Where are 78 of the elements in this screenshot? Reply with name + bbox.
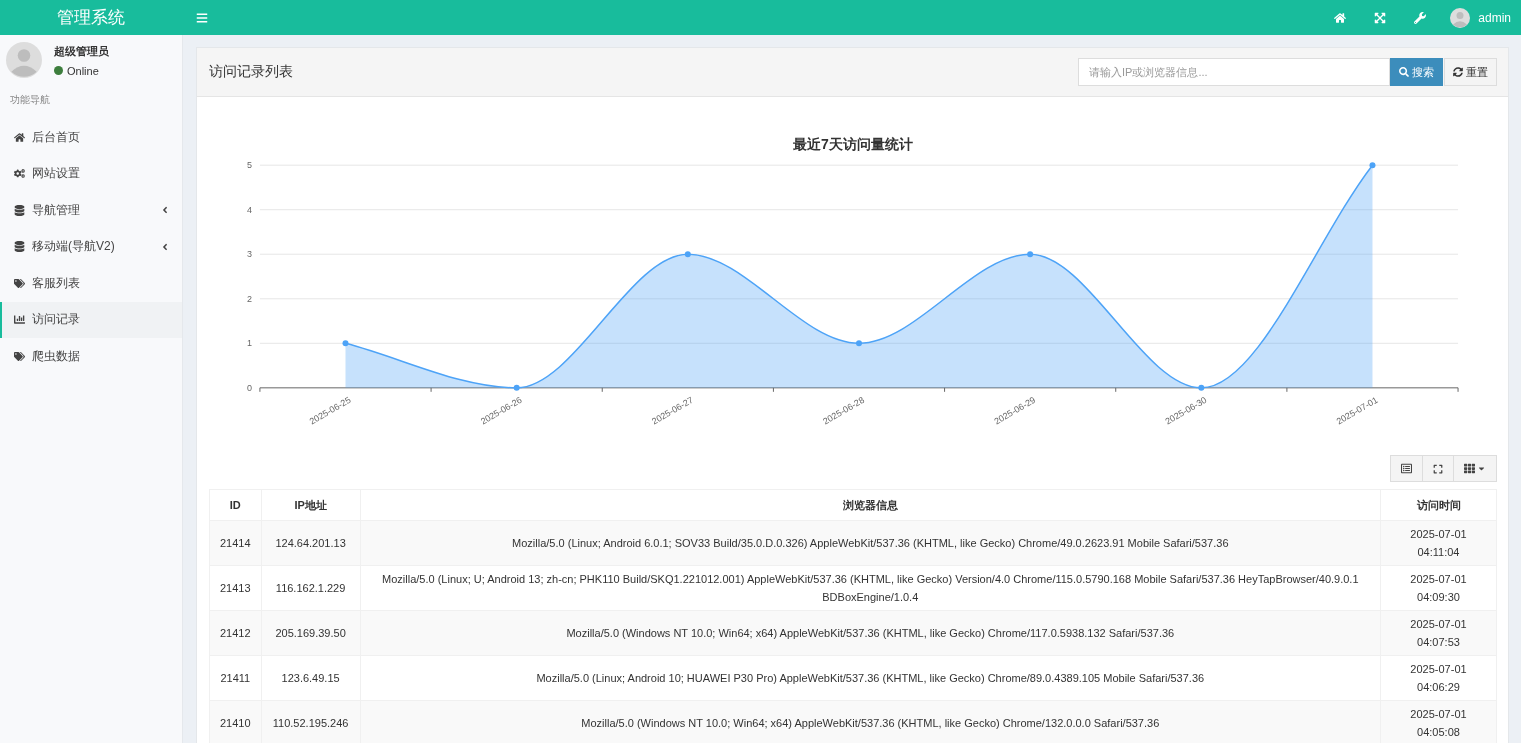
chart-title: 最近7天访问量统计 (793, 136, 913, 153)
y-axis-label: 4 (246, 204, 252, 215)
y-axis-label: 3 (246, 249, 252, 260)
sidebar-label: 访问记录 (32, 311, 80, 329)
grid-icon (1464, 463, 1475, 474)
sidebar-item[interactable]: 爬虫数据 (0, 338, 182, 375)
list-icon (1401, 463, 1412, 474)
data-point (342, 340, 349, 347)
sidebar-item[interactable]: 导航管理 (0, 192, 182, 229)
sidebar-item[interactable]: 客服列表 (0, 265, 182, 302)
sidebar-label: 爬虫数据 (32, 347, 80, 365)
column-header: ID (209, 489, 262, 521)
table-cell: Mozilla/5.0 (Linux; U; Android 13; zh-cn; PHK110 Build/SKQ1.221012.001) AppleWebKit/537.36 (KHTML, like Gecko) Version/4.0 Chrome/115.0.5790.168 Mobile Safari/537.36 HeyTapBrowser/40.9.0.1 BDBoxEngine/1.0.4 (360, 565, 1381, 611)
table-cell: Mozilla/5.0 (Linux; Android 10; HUAWEI P30 Pro) AppleWebKit/537.36 (KHTML, like Gecko) Chrome/89.0.4389.105 Mobile Safari/537.36 (360, 655, 1381, 701)
avatar-icon (1450, 7, 1471, 28)
sidebar-item[interactable]: 后台首页 (0, 119, 182, 156)
chevron-left-icon (160, 205, 170, 216)
table-cell: 21413 (209, 565, 262, 611)
table-cell: 21412 (209, 610, 262, 656)
tags-icon (14, 277, 25, 289)
table-cell: 116.162.1.229 (261, 565, 361, 611)
sidebar-item[interactable]: 访问记录 (0, 301, 182, 338)
status-dot (54, 66, 63, 75)
table-cell: 2025-07-01 04:06:29 (1380, 655, 1497, 701)
nav-section-title: 功能导航 (9, 93, 51, 107)
table-cell: 21411 (209, 655, 262, 701)
toggle-view-button[interactable] (1390, 455, 1423, 482)
y-axis-label: 0 (246, 382, 252, 393)
gears-icon (14, 168, 25, 180)
column-header: 访问时间 (1380, 489, 1497, 521)
table-cell: 124.64.201.13 (261, 520, 361, 566)
y-axis-label: 5 (246, 160, 252, 171)
data-point (1027, 251, 1034, 258)
reset-button[interactable]: 重置 (1444, 58, 1497, 86)
y-axis-label: 1 (246, 338, 252, 349)
table-cell: 21414 (209, 520, 262, 566)
search-icon (1399, 67, 1409, 77)
table-cell: 205.169.39.50 (261, 610, 361, 656)
column-header: 浏览器信息 (360, 489, 1381, 521)
avatar-icon (6, 42, 42, 78)
app-title: 管理系统 (56, 7, 126, 29)
sidebar-label: 网站设置 (32, 165, 80, 183)
columns-button[interactable] (1453, 455, 1497, 482)
status-text: Online (67, 64, 99, 77)
user-name: admin (1478, 10, 1511, 25)
user-role: 超级管理员 (54, 43, 109, 59)
caret-icon (1477, 464, 1486, 473)
column-header: IP地址 (261, 489, 361, 521)
sidebar-label: 后台首页 (32, 128, 80, 146)
sidebar-label: 导航管理 (32, 201, 80, 219)
refresh-icon (1453, 67, 1463, 77)
sidebar-label: 移动端(导航V2) (32, 238, 115, 256)
home-icon (14, 131, 25, 143)
search-button[interactable]: 搜索 (1390, 58, 1443, 86)
fullscreen-icon (1433, 463, 1443, 474)
table-cell: 21410 (209, 700, 262, 743)
bar-chart-icon (14, 314, 25, 326)
sidebar-item[interactable]: 移动端(导航V2) (0, 228, 182, 265)
chevron-left-icon (160, 241, 170, 252)
table-cell: 2025-07-01 04:09:30 (1380, 565, 1497, 611)
database-icon (14, 241, 25, 253)
sidebar-item[interactable]: 网站设置 (0, 155, 182, 192)
data-point (513, 384, 520, 391)
data-point (1198, 384, 1205, 391)
sidebar-label: 客服列表 (32, 274, 80, 292)
table-cell: Mozilla/5.0 (Linux; Android 6.0.1; SOV33 Build/35.0.D.0.326) AppleWebKit/537.36 (KHTML, like Gecko) Chrome/49.0.2623.91 Mobile Safari/537.36 (360, 520, 1381, 566)
table-cell: Mozilla/5.0 (Windows NT 10.0; Win64; x64) AppleWebKit/537.36 (KHTML, like Gecko) Chrome/117.0.5938.132 Safari/537.36 (360, 610, 1381, 656)
data-point (856, 340, 862, 347)
table-cell: 2025-07-01 04:07:53 (1380, 610, 1497, 656)
table-cell: 123.6.49.15 (261, 655, 361, 701)
data-point (684, 251, 691, 258)
table-cell: 2025-07-01 04:11:04 (1380, 520, 1497, 566)
data-point (1369, 162, 1376, 169)
tags-icon (14, 350, 25, 362)
database-icon (14, 204, 25, 216)
panel-title: 访问记录列表 (209, 63, 293, 81)
search-field[interactable]: 请输入IP或浏览器信息... (1078, 58, 1390, 86)
y-axis-label: 2 (246, 293, 252, 304)
